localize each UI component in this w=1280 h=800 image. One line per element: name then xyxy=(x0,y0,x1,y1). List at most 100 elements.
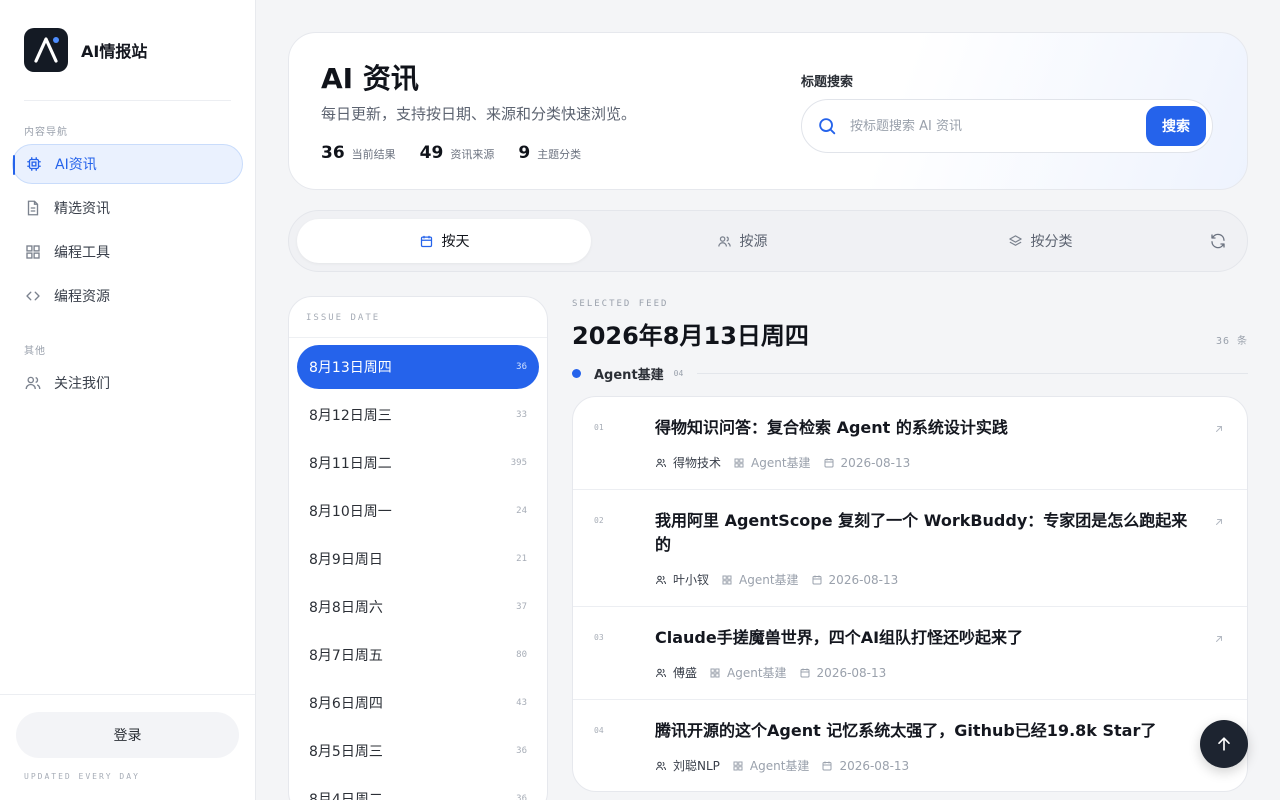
article-category: Agent基建 xyxy=(709,664,787,681)
date-item[interactable]: 8月7日周五 80 xyxy=(297,633,539,677)
user-icon xyxy=(656,575,666,584)
date-count: 43 xyxy=(516,698,527,708)
article-date: 2026-08-13 xyxy=(823,456,910,470)
article-date: 2026-08-13 xyxy=(799,666,886,680)
article-category: Agent基建 xyxy=(732,757,809,774)
search-input[interactable] xyxy=(850,118,1140,134)
article-row[interactable]: 03 Claude手搓魔兽世界，四个AI组队打怪还吵起来了 傅盛 Agent基建… xyxy=(573,607,1247,700)
date-count: 24 xyxy=(516,506,527,516)
date-list-header: ISSUE DATE xyxy=(306,313,381,323)
calendar-icon xyxy=(824,458,834,467)
stat-categories: 9 主题分类 xyxy=(518,143,581,163)
sidebar-item-label: 精选资讯 xyxy=(54,201,110,217)
brand-name: AI情报站 xyxy=(81,42,148,61)
tab-by-source[interactable]: 按源 xyxy=(595,219,889,263)
article-title[interactable]: 得物知识问答：复合检索 Agent 的系统设计实践 xyxy=(655,416,1195,440)
stat-number: 49 xyxy=(419,143,444,163)
divider xyxy=(0,694,255,695)
calendar-icon xyxy=(812,575,822,584)
sidebar-item-tools[interactable]: 编程工具 xyxy=(12,232,243,272)
user-icon xyxy=(656,458,666,467)
date-count: 36 xyxy=(516,794,527,800)
external-link-icon[interactable] xyxy=(1213,633,1225,645)
login-button[interactable]: 登录 xyxy=(16,712,239,758)
divider xyxy=(697,372,1248,374)
date-item[interactable]: 8月5日周三 36 xyxy=(297,729,539,773)
search-button[interactable]: 搜索 xyxy=(1146,106,1206,146)
users-icon xyxy=(24,374,42,392)
header-card: AI 资讯 每日更新，支持按日期、来源和分类快速浏览。 36 当前结果 49 资… xyxy=(288,32,1248,190)
date-label: 8月8日周六 xyxy=(309,600,383,616)
sidebar: AI情报站 内容导航 AI资讯 精选资讯 编程工具 编程资源 其他 关注我们 登… xyxy=(0,0,256,800)
stat-number: 36 xyxy=(321,143,345,163)
code-icon xyxy=(24,287,42,305)
sidebar-item-follow-us[interactable]: 关注我们 xyxy=(12,363,243,403)
stats: 36 当前结果 49 资讯来源 9 主题分类 xyxy=(321,143,605,163)
date-label: 8月4日周二 xyxy=(309,792,383,800)
grid-icon xyxy=(733,761,743,770)
user-icon xyxy=(656,761,666,770)
date-item[interactable]: 8月4日周二 36 xyxy=(297,777,539,800)
sidebar-item-ai-news[interactable]: AI资讯 xyxy=(12,144,243,184)
external-link-icon[interactable] xyxy=(1213,423,1225,435)
date-label: 8月6日周四 xyxy=(309,696,383,712)
date-label: 8月10日周一 xyxy=(309,504,392,520)
tab-label: 按分类 xyxy=(1030,234,1073,250)
date-count: 37 xyxy=(516,602,527,612)
stat-label: 资讯来源 xyxy=(450,148,495,161)
article-row[interactable]: 04 腾讯开源的这个Agent 记忆系统太强了，Github已经19.8k St… xyxy=(573,700,1247,791)
article-row[interactable]: 02 我用阿里 AgentScope 复刻了一个 WorkBuddy：专家团是怎… xyxy=(573,490,1247,607)
feed-title: 2026年8月13日周四 xyxy=(572,322,809,350)
article-list: 01 得物知识问答：复合检索 Agent 的系统设计实践 得物技术 Agent基… xyxy=(572,396,1248,792)
date-label: 8月5日周三 xyxy=(309,744,383,760)
article-meta: 傅盛 Agent基建 2026-08-13 xyxy=(655,664,898,681)
refresh-icon[interactable] xyxy=(1209,232,1227,250)
grid-icon xyxy=(734,458,744,467)
article-category: Agent基建 xyxy=(721,571,799,588)
stat-sources: 49 资讯来源 xyxy=(420,143,495,163)
sidebar-item-featured[interactable]: 精选资讯 xyxy=(12,188,243,228)
article-author: 刘聪NLP xyxy=(655,757,720,774)
stat-results: 36 当前结果 xyxy=(321,143,396,163)
article-title[interactable]: 腾讯开源的这个Agent 记忆系统太强了，Github已经19.8k Star了 xyxy=(655,719,1195,743)
external-link-icon[interactable] xyxy=(1213,516,1225,528)
date-item[interactable]: 8月11日周二 395 xyxy=(297,441,539,485)
user-icon xyxy=(656,668,666,677)
grid-icon xyxy=(722,575,732,584)
category-count: 04 xyxy=(673,368,684,378)
article-title[interactable]: 我用阿里 AgentScope 复刻了一个 WorkBuddy：专家团是怎么跑起… xyxy=(655,509,1195,557)
sidebar-item-label: 关注我们 xyxy=(54,376,110,392)
brand[interactable]: AI情报站 xyxy=(24,28,147,72)
stat-number: 9 xyxy=(518,143,531,163)
date-item[interactable]: 8月13日周四 36 xyxy=(297,345,539,389)
date-count: 80 xyxy=(516,650,527,660)
article-row[interactable]: 01 得物知识问答：复合检索 Agent 的系统设计实践 得物技术 Agent基… xyxy=(573,397,1247,490)
date-item[interactable]: 8月10日周一 24 xyxy=(297,489,539,533)
date-list-panel: ISSUE DATE 8月13日周四 36 8月12日周三 33 8月11日周二 39… xyxy=(288,296,548,800)
article-index: 03 xyxy=(594,633,604,642)
date-item[interactable]: 8月12日周三 33 xyxy=(297,393,539,437)
layers-icon xyxy=(1008,234,1023,249)
stat-label: 当前结果 xyxy=(351,148,396,161)
tagline: UPDATED EVERY DAY xyxy=(24,772,140,781)
search-label: 标题搜索 xyxy=(801,75,854,90)
sidebar-item-resources[interactable]: 编程资源 xyxy=(12,276,243,316)
divider xyxy=(24,100,231,101)
article-meta: 叶小钗 Agent基建 2026-08-13 xyxy=(655,571,910,588)
page-subtitle: 每日更新，支持按日期、来源和分类快速浏览。 xyxy=(321,105,637,123)
tab-by-day[interactable]: 按天 xyxy=(297,219,591,263)
date-count: 33 xyxy=(516,410,527,420)
calendar-icon xyxy=(800,668,810,677)
date-label: 8月9日周日 xyxy=(309,552,383,568)
back-to-top-button[interactable] xyxy=(1200,720,1248,768)
article-title[interactable]: Claude手搓魔兽世界，四个AI组队打怪还吵起来了 xyxy=(655,626,1195,650)
tab-by-category[interactable]: 按分类 xyxy=(893,219,1187,263)
feed-kicker: SELECTED FEED xyxy=(572,299,669,309)
date-item[interactable]: 8月8日周六 37 xyxy=(297,585,539,629)
article-meta: 得物技术 Agent基建 2026-08-13 xyxy=(655,454,922,471)
date-item[interactable]: 8月9日周日 21 xyxy=(297,537,539,581)
date-item[interactable]: 8月6日周四 43 xyxy=(297,681,539,725)
calendar-icon xyxy=(419,234,434,249)
sidebar-item-label: AI资讯 xyxy=(55,157,97,173)
date-count: 36 xyxy=(516,362,527,372)
